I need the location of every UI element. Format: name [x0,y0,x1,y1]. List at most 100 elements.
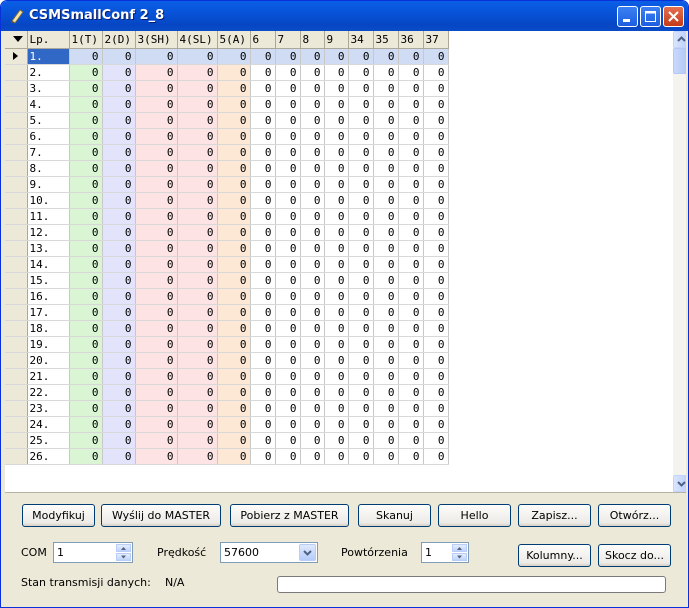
table-cell[interactable]: 0 [102,96,136,113]
table-cell[interactable]: 0 [348,416,374,433]
row-indicator[interactable] [5,224,28,241]
table-cell[interactable]: 0 [324,208,349,225]
table-cell[interactable]: 0 [423,368,449,385]
table-row[interactable]: 18. 0 0 0 0 0 0 0 0 0 0 0 0 0 [5,320,449,337]
table-cell[interactable]: 0 [275,288,301,305]
row-number-cell[interactable]: 10. [27,192,70,209]
table-cell[interactable]: 0 [300,192,325,209]
table-cell[interactable]: 0 [102,448,136,465]
table-cell[interactable]: 0 [423,400,449,417]
table-cell[interactable]: 0 [69,336,103,353]
table-cell[interactable]: 0 [135,416,178,433]
row-number-cell[interactable]: 22. [27,384,70,401]
table-cell[interactable]: 0 [423,64,449,81]
table-cell[interactable]: 0 [250,128,276,145]
hello-button[interactable]: Hello [438,504,511,527]
table-cell[interactable]: 0 [177,64,218,81]
table-cell[interactable]: 0 [324,240,349,257]
table-cell[interactable]: 0 [177,96,218,113]
table-cell[interactable]: 0 [275,48,301,65]
table-cell[interactable]: 0 [398,112,424,129]
row-number-cell[interactable]: 19. [27,336,70,353]
table-cell[interactable]: 0 [324,304,349,321]
table-row[interactable]: 14. 0 0 0 0 0 0 0 0 0 0 0 0 0 [5,256,449,273]
column-header[interactable]: 7 [275,31,301,49]
row-number-cell[interactable]: 14. [27,256,70,273]
table-row[interactable]: 15. 0 0 0 0 0 0 0 0 0 0 0 0 0 [5,272,449,289]
table-cell[interactable]: 0 [275,448,301,465]
table-cell[interactable]: 0 [135,48,178,65]
table-cell[interactable]: 0 [177,448,218,465]
table-cell[interactable]: 0 [275,336,301,353]
table-cell[interactable]: 0 [275,176,301,193]
table-cell[interactable]: 0 [275,80,301,97]
table-cell[interactable]: 0 [135,128,178,145]
table-cell[interactable]: 0 [275,192,301,209]
table-cell[interactable]: 0 [102,144,136,161]
repeat-stepper[interactable]: 1 [421,542,469,563]
table-row[interactable]: 13. 0 0 0 0 0 0 0 0 0 0 0 0 0 [5,240,449,257]
table-cell[interactable]: 0 [250,176,276,193]
table-cell[interactable]: 0 [398,400,424,417]
table-cell[interactable]: 0 [250,336,276,353]
table-cell[interactable]: 0 [423,160,449,177]
table-cell[interactable]: 0 [69,416,103,433]
table-cell[interactable]: 0 [69,448,103,465]
table-row[interactable]: 21. 0 0 0 0 0 0 0 0 0 0 0 0 0 [5,368,449,385]
table-row[interactable]: 22. 0 0 0 0 0 0 0 0 0 0 0 0 0 [5,384,449,401]
table-cell[interactable]: 0 [348,272,374,289]
table-cell[interactable]: 0 [250,112,276,129]
table-cell[interactable]: 0 [135,240,178,257]
row-indicator[interactable] [5,48,28,65]
table-cell[interactable]: 0 [373,96,399,113]
table-cell[interactable]: 0 [135,400,178,417]
table-cell[interactable]: 0 [398,48,424,65]
table-cell[interactable]: 0 [398,304,424,321]
table-cell[interactable]: 0 [300,352,325,369]
scroll-up-button[interactable] [673,31,686,48]
table-cell[interactable]: 0 [135,176,178,193]
table-cell[interactable]: 0 [177,384,218,401]
scroll-thumb[interactable] [673,48,686,74]
table-cell[interactable]: 0 [324,128,349,145]
table-cell[interactable]: 0 [300,176,325,193]
row-number-cell[interactable]: 21. [27,368,70,385]
table-cell[interactable]: 0 [423,240,449,257]
row-number-cell[interactable]: 25. [27,432,70,449]
table-cell[interactable]: 0 [348,368,374,385]
table-cell[interactable]: 0 [102,208,136,225]
table-cell[interactable]: 0 [423,224,449,241]
table-cell[interactable]: 0 [348,256,374,273]
table-cell[interactable]: 0 [398,160,424,177]
row-number-cell[interactable]: 17. [27,304,70,321]
table-cell[interactable]: 0 [250,368,276,385]
table-cell[interactable]: 0 [348,384,374,401]
table-cell[interactable]: 0 [324,96,349,113]
table-cell[interactable]: 0 [250,192,276,209]
table-cell[interactable]: 0 [217,176,251,193]
table-cell[interactable]: 0 [135,432,178,449]
table-cell[interactable]: 0 [423,416,449,433]
table-cell[interactable]: 0 [177,272,218,289]
table-cell[interactable]: 0 [423,288,449,305]
table-cell[interactable]: 0 [250,416,276,433]
minimize-button[interactable] [617,6,638,27]
table-cell[interactable]: 0 [102,352,136,369]
table-cell[interactable]: 0 [275,240,301,257]
table-cell[interactable]: 0 [217,432,251,449]
table-cell[interactable]: 0 [135,112,178,129]
column-header[interactable]: 8 [300,31,325,49]
table-cell[interactable]: 0 [324,80,349,97]
row-number-cell[interactable]: 24. [27,416,70,433]
table-cell[interactable]: 0 [300,304,325,321]
data-grid[interactable]: Lp. 1(T) 2(D) 3(SH) 4(SL) 5(A) 6 7 8 9 34 35 36 37 1.… [5,31,686,493]
table-cell[interactable]: 0 [324,448,349,465]
table-cell[interactable]: 0 [348,64,374,81]
table-cell[interactable]: 0 [373,256,399,273]
table-cell[interactable]: 0 [300,368,325,385]
table-cell[interactable]: 0 [250,80,276,97]
table-cell[interactable]: 0 [348,400,374,417]
table-cell[interactable]: 0 [135,368,178,385]
table-cell[interactable]: 0 [177,192,218,209]
table-cell[interactable]: 0 [177,128,218,145]
